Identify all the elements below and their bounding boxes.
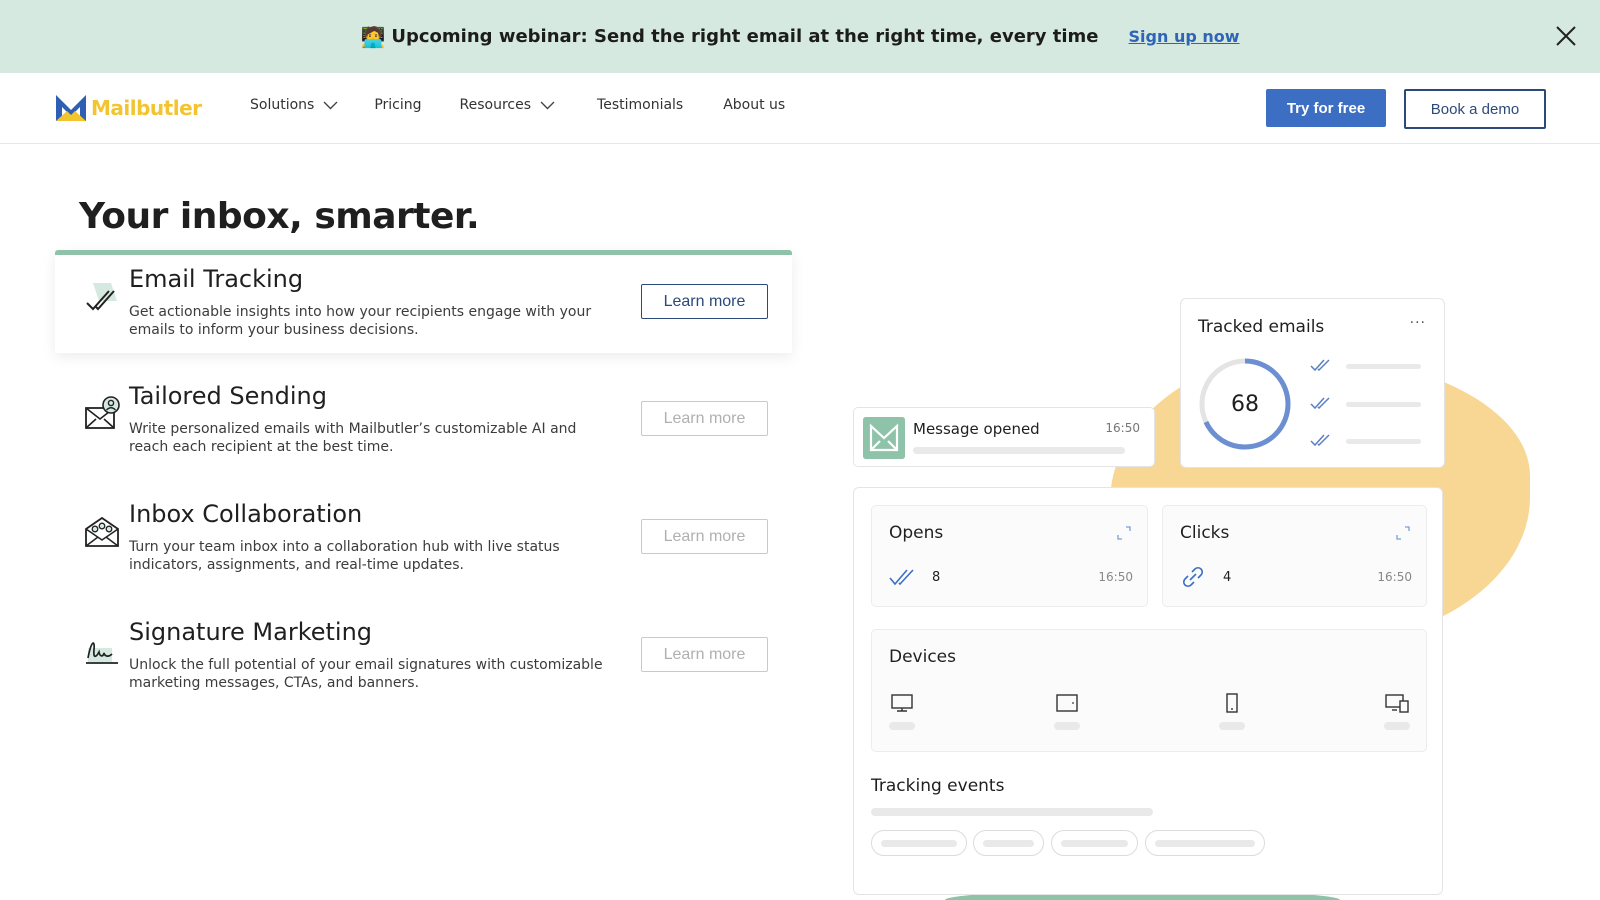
feature-description: Get actionable insights into how your re… xyxy=(129,304,592,338)
tracked-row xyxy=(1308,359,1428,372)
message-opened-title: Message opened xyxy=(913,420,1040,438)
chevron-down-icon xyxy=(323,101,338,109)
logo[interactable]: Mailbutler xyxy=(54,93,202,123)
tablet-icon xyxy=(1056,694,1078,712)
clicks-time: 16:50 xyxy=(1377,570,1412,584)
nav-pricing-label: Pricing xyxy=(374,97,422,113)
double-check-icon xyxy=(86,283,117,311)
expand-icon xyxy=(1117,526,1131,540)
sign-up-link[interactable]: Sign up now xyxy=(1129,27,1240,46)
nav-solutions[interactable]: Solutions xyxy=(250,97,338,113)
nav-about-label: About us xyxy=(723,97,786,113)
nav-resources-label: Resources xyxy=(459,97,532,113)
message-time: 16:50 xyxy=(1105,421,1140,435)
devices-card: Devices xyxy=(871,629,1427,752)
more-icon: ··· xyxy=(1409,315,1426,331)
device-tablet xyxy=(1054,693,1080,730)
nav-resources[interactable]: Resources xyxy=(460,97,556,113)
nav-solutions-label: Solutions xyxy=(250,97,315,113)
opens-title: Opens xyxy=(889,523,944,543)
chevron-down-icon xyxy=(540,101,555,109)
nav-testimonials-label: Testimonials xyxy=(597,97,684,113)
signature-icon xyxy=(86,642,118,664)
learn-more-button[interactable]: Learn more xyxy=(641,519,768,554)
clicks-title: Clicks xyxy=(1180,523,1230,543)
analytics-card: Opens 8 16:50 Clicks 4 16:50 Devices Tra… xyxy=(853,487,1443,895)
technologist-emoji: 🧑‍💻 xyxy=(360,24,386,49)
device-phone xyxy=(1219,693,1245,730)
mailbutler-logo-icon xyxy=(56,95,86,121)
tracked-row xyxy=(1308,434,1428,447)
clicks-card: Clicks 4 16:50 xyxy=(1162,505,1427,607)
event-chip xyxy=(871,830,967,856)
device-desktop xyxy=(889,693,915,730)
mailbutler-logo-icon xyxy=(863,417,905,459)
placeholder-pill xyxy=(889,722,915,730)
placeholder-pill xyxy=(1384,722,1410,730)
feature-title: Inbox Collaboration xyxy=(129,500,363,528)
hero-title: Your inbox, smarter. xyxy=(79,196,480,237)
book-demo-button[interactable]: Book a demo xyxy=(1404,89,1546,129)
feature-title: Tailored Sending xyxy=(129,382,327,410)
clicks-count: 4 xyxy=(1223,570,1232,585)
devices-title: Devices xyxy=(889,647,956,667)
nav-pricing[interactable]: Pricing xyxy=(374,97,421,113)
device-multi xyxy=(1384,693,1410,730)
feature-title: Email Tracking xyxy=(129,265,304,293)
feature-description: Write personalized emails with Mailbutle… xyxy=(129,421,577,455)
tracked-emails-title: Tracked emails xyxy=(1198,317,1325,337)
learn-more-button[interactable]: Learn more xyxy=(641,401,768,436)
placeholder-bar xyxy=(913,447,1125,454)
learn-more-button[interactable]: Learn more xyxy=(641,284,768,319)
feature-inbox-collaboration[interactable]: Inbox Collaboration Turn your team inbox… xyxy=(55,490,792,593)
envelope-person-icon xyxy=(85,396,120,429)
event-chip xyxy=(1051,830,1138,856)
placeholder-bar xyxy=(871,808,1153,816)
placeholder-pill xyxy=(1219,722,1245,730)
phone-icon xyxy=(1226,693,1238,713)
team-inbox-icon xyxy=(85,516,119,547)
navbar: Mailbutler Solutions Pricing Resources T… xyxy=(0,73,1600,144)
tracked-row xyxy=(1308,397,1428,410)
feature-signature-marketing[interactable]: Signature Marketing Unlock the full pote… xyxy=(55,608,792,711)
learn-more-button[interactable]: Learn more xyxy=(641,637,768,672)
multi-device-icon xyxy=(1385,694,1409,713)
double-check-icon xyxy=(1310,359,1330,372)
feature-description: Turn your team inbox into a collaboratio… xyxy=(129,539,560,573)
event-chip xyxy=(973,830,1044,856)
opens-time: 16:50 xyxy=(1098,570,1133,584)
placeholder-pill xyxy=(1054,722,1080,730)
double-check-icon xyxy=(1310,434,1330,447)
tracked-emails-card: Tracked emails ··· 68 xyxy=(1180,298,1445,468)
logo-text: Mailbutler xyxy=(91,96,202,120)
double-check-icon xyxy=(889,569,914,586)
announcement-banner: 🧑‍💻 Upcoming webinar: Send the right ema… xyxy=(0,0,1600,73)
message-opened-card: Message opened 16:50 xyxy=(853,407,1155,467)
tracking-events-title: Tracking events xyxy=(871,776,1005,796)
banner-text: Upcoming webinar: Send the right email a… xyxy=(391,26,1099,47)
placeholder-bar xyxy=(1346,364,1421,369)
nav-about[interactable]: About us xyxy=(723,97,785,113)
expand-icon xyxy=(1396,526,1410,540)
event-chip xyxy=(1145,830,1265,856)
placeholder-bar xyxy=(1346,439,1421,444)
double-check-icon xyxy=(1310,397,1330,410)
main-nav: Solutions Pricing Resources Testimonials… xyxy=(250,97,785,113)
try-for-free-button[interactable]: Try for free xyxy=(1266,89,1386,127)
feature-email-tracking[interactable]: Email Tracking Get actionable insights i… xyxy=(55,250,792,353)
link-icon xyxy=(1182,566,1204,588)
opens-card: Opens 8 16:50 xyxy=(871,505,1148,607)
feature-title: Signature Marketing xyxy=(129,618,373,646)
desktop-icon xyxy=(891,694,913,712)
feature-tailored-sending[interactable]: Tailored Sending Write personalized emai… xyxy=(55,372,792,475)
close-icon[interactable] xyxy=(1554,24,1578,48)
opens-count: 8 xyxy=(932,570,941,585)
placeholder-bar xyxy=(1346,402,1421,407)
tracked-emails-value: 68 xyxy=(1231,391,1259,417)
nav-testimonials[interactable]: Testimonials xyxy=(597,97,683,113)
feature-description: Unlock the full potential of your email … xyxy=(129,657,603,691)
